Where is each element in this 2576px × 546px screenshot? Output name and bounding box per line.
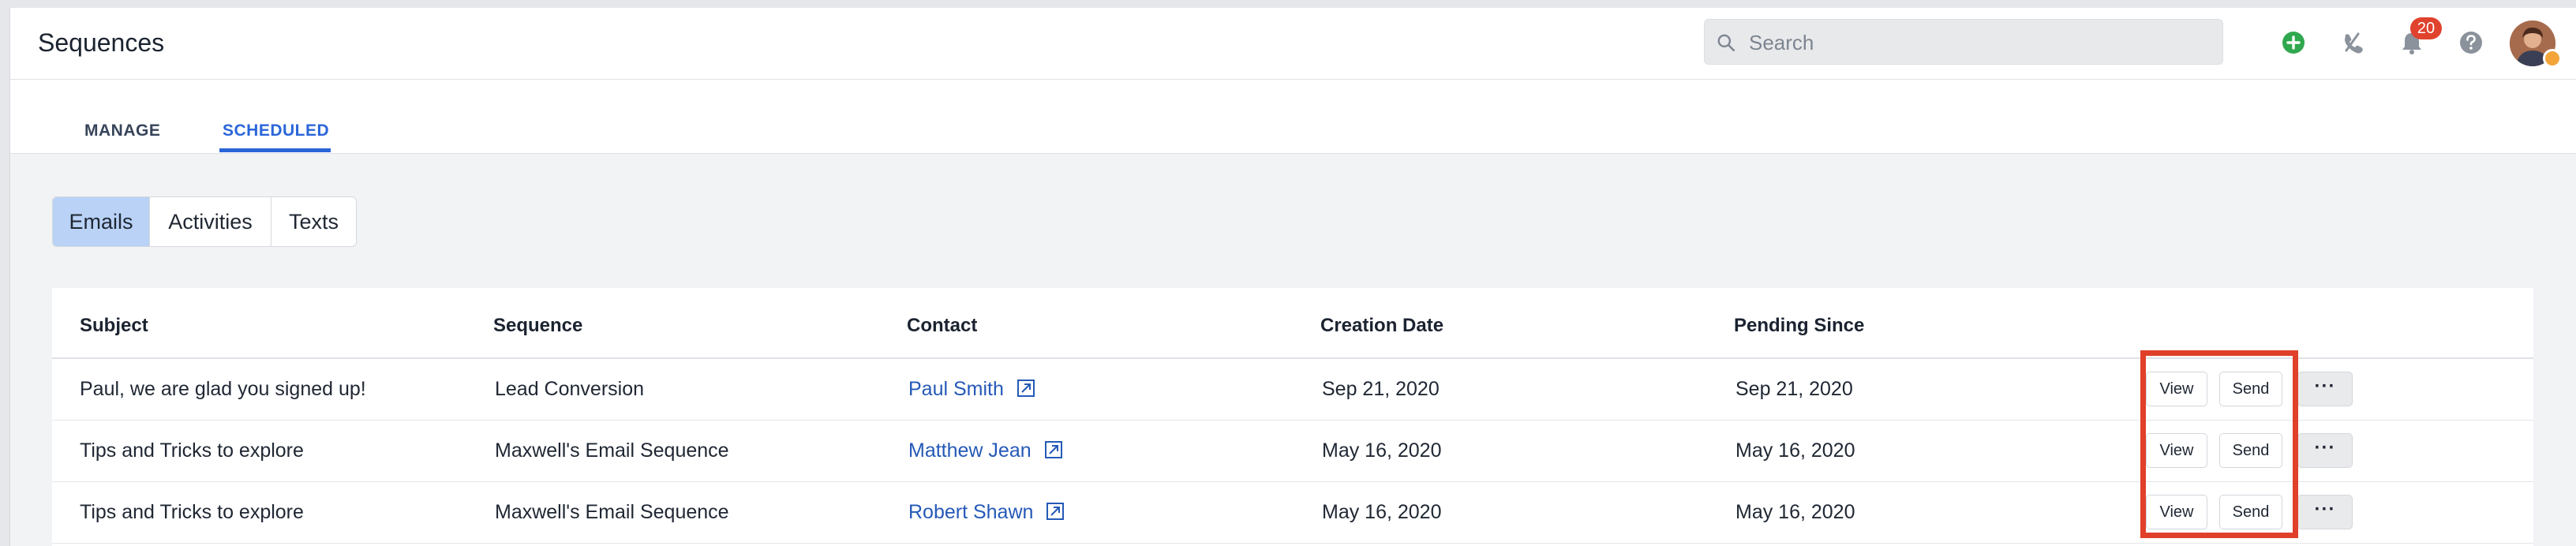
cell-creation-date: May 16, 2020: [1322, 501, 1442, 523]
more-options-button[interactable]: ···: [2297, 495, 2353, 529]
cell-contact: Robert Shawn: [908, 501, 1065, 524]
scheduled-emails-table: Subject Sequence Contact Creation Date P…: [52, 288, 2533, 546]
phone-off-icon[interactable]: [2335, 25, 2370, 60]
send-button[interactable]: Send: [2219, 495, 2282, 529]
cell-pending-since: May 16, 2020: [1735, 439, 1855, 462]
segment-activities[interactable]: Activities: [150, 197, 271, 246]
column-header-subject: Subject: [80, 315, 148, 336]
cell-subject: Paul, we are glad you signed up!: [80, 378, 366, 400]
search-box[interactable]: [1704, 19, 2223, 65]
table-header: Subject Sequence Contact Creation Date P…: [52, 288, 2533, 359]
more-options-button[interactable]: ···: [2297, 372, 2353, 406]
table-row[interactable]: Tips and Tricks to explore Maxwell's Ema…: [52, 482, 2533, 544]
view-button[interactable]: View: [2146, 495, 2207, 529]
cell-sequence: Maxwell's Email Sequence: [495, 439, 729, 462]
column-header-creation-date: Creation Date: [1320, 315, 1444, 336]
open-external-icon[interactable]: [1044, 440, 1063, 459]
send-button[interactable]: Send: [2219, 433, 2282, 468]
tab-manage[interactable]: MANAGE: [84, 122, 160, 140]
cell-pending-since: Sep 21, 2020: [1735, 378, 1853, 400]
cell-sequence: Maxwell's Email Sequence: [495, 501, 729, 523]
top-header: Sequences 20: [10, 8, 2576, 80]
channel-filter: Emails Activities Texts: [52, 196, 357, 247]
cell-pending-since: May 16, 2020: [1735, 501, 1855, 523]
search-input[interactable]: [1747, 20, 2208, 65]
table-row[interactable]: Tips and Tricks to explore Maxwell's Ema…: [52, 421, 2533, 482]
column-header-contact: Contact: [907, 315, 978, 336]
cell-sequence: Lead Conversion: [495, 378, 645, 400]
contact-link[interactable]: Paul Smith: [908, 378, 1004, 400]
send-button[interactable]: Send: [2219, 372, 2282, 406]
cell-creation-date: May 16, 2020: [1322, 439, 1442, 462]
segment-texts[interactable]: Texts: [271, 197, 356, 246]
tab-scheduled[interactable]: SCHEDULED: [223, 122, 329, 140]
app-window: Sequences 20: [9, 8, 2576, 546]
more-options-button[interactable]: ···: [2297, 433, 2353, 468]
help-icon[interactable]: [2454, 25, 2488, 60]
more-icon: ···: [2314, 499, 2336, 520]
notification-badge: 20: [2410, 17, 2442, 39]
contact-link[interactable]: Matthew Jean: [908, 439, 1032, 462]
segment-emails[interactable]: Emails: [53, 197, 150, 246]
page-title: Sequences: [38, 28, 165, 57]
cell-contact: Matthew Jean: [908, 439, 1063, 462]
more-icon: ···: [2314, 376, 2336, 397]
cell-creation-date: Sep 21, 2020: [1322, 378, 1440, 400]
view-button[interactable]: View: [2146, 372, 2207, 406]
tab-bar: MANAGE SCHEDULED: [10, 80, 2576, 154]
add-icon[interactable]: [2276, 25, 2311, 60]
active-tab-indicator: [219, 148, 331, 152]
cell-subject: Tips and Tricks to explore: [80, 439, 304, 462]
status-indicator: [2543, 49, 2562, 68]
contact-link[interactable]: Robert Shawn: [908, 501, 1033, 523]
column-header-sequence: Sequence: [493, 315, 583, 336]
more-icon: ···: [2314, 437, 2336, 458]
view-button[interactable]: View: [2146, 433, 2207, 468]
column-header-pending-since: Pending Since: [1734, 315, 1865, 336]
cell-contact: Paul Smith: [908, 378, 1035, 401]
open-external-icon[interactable]: [1046, 502, 1065, 521]
table-row[interactable]: Paul, we are glad you signed up! Lead Co…: [52, 359, 2533, 421]
cell-subject: Tips and Tricks to explore: [80, 501, 304, 523]
search-icon: [1717, 34, 1735, 52]
open-external-icon[interactable]: [1017, 379, 1035, 398]
